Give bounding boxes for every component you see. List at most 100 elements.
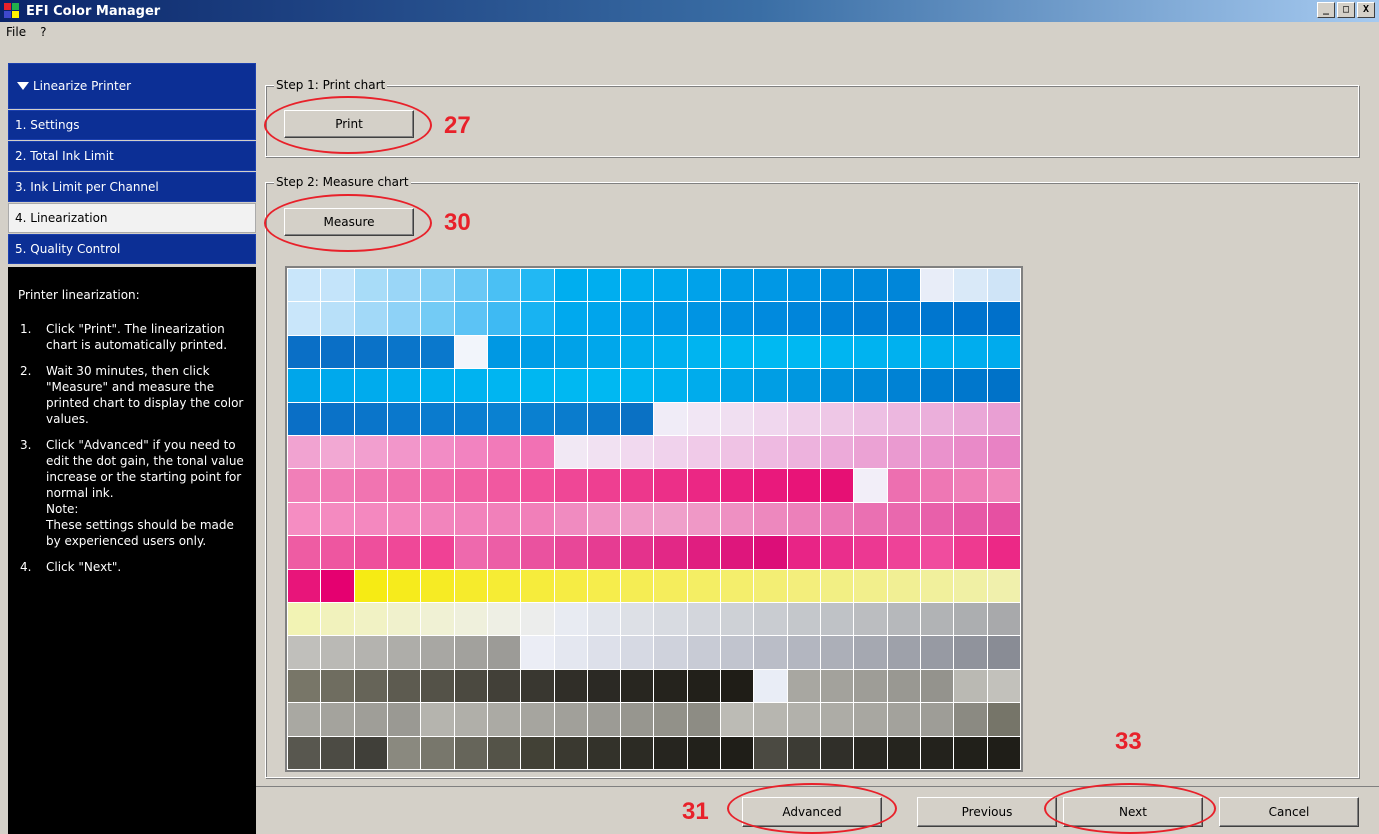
color-patch [421,636,454,669]
color-patch [821,402,854,435]
color-patch [987,736,1020,769]
color-patch [288,569,321,602]
color-patch [454,603,487,636]
color-patch [721,603,754,636]
color-patch [288,269,321,302]
color-patch [754,302,787,335]
color-patch [288,669,321,703]
linearization-patch-chart [285,266,1023,772]
color-patch [987,369,1020,402]
color-patch [754,469,787,502]
color-patch [787,569,821,602]
color-patch [721,703,754,736]
color-patch [754,569,787,602]
color-patch [321,402,354,435]
nav-item-linearization[interactable]: 4. Linearization [8,203,256,233]
next-button[interactable]: Next [1063,797,1203,827]
color-patch [654,436,687,469]
help-step-num [18,517,46,549]
color-patch [554,736,587,769]
color-patch [421,603,454,636]
color-patch [421,436,454,469]
color-patch [621,636,654,669]
maximize-button[interactable]: □ [1337,2,1355,18]
nav-header-linearize-printer[interactable]: Linearize Printer [8,63,256,109]
minimize-button[interactable]: _ [1317,2,1335,18]
color-patch [554,502,587,536]
color-patch [454,736,487,769]
color-patch [954,436,987,469]
color-patch [787,703,821,736]
color-patch [387,636,421,669]
nav-item-quality-control[interactable]: 5. Quality Control [8,234,256,264]
color-patch [621,469,654,502]
color-patch [821,536,854,569]
color-patch [687,302,721,335]
color-patch [554,536,587,569]
color-patch [554,569,587,602]
color-patch [554,302,587,335]
color-patch [288,536,321,569]
color-patch [421,335,454,369]
color-patch [921,603,954,636]
color-patch [587,469,621,502]
color-patch [987,436,1020,469]
color-patch [354,502,387,536]
previous-button[interactable]: Previous [917,797,1057,827]
color-patch [954,502,987,536]
nav-item-ink-limit-per-channel[interactable]: 3. Ink Limit per Channel [8,172,256,202]
color-patch [987,269,1020,302]
color-patch [887,736,921,769]
print-annotation-number: 27 [444,112,471,139]
color-patch [787,335,821,369]
color-patch [687,502,721,536]
color-patch [587,436,621,469]
color-patch [887,369,921,402]
color-patch [787,369,821,402]
print-button[interactable]: Print [284,110,414,138]
color-patch [987,469,1020,502]
color-patch [454,502,487,536]
color-patch [854,269,887,302]
color-patch [454,436,487,469]
color-patch [321,436,354,469]
menu-file[interactable]: File [6,25,26,39]
color-patch [487,703,521,736]
nav-item-settings[interactable]: 1. Settings [8,110,256,140]
color-patch [421,269,454,302]
color-patch [654,703,687,736]
menu-help[interactable]: ? [40,25,46,39]
color-patch [954,402,987,435]
color-patch [854,569,887,602]
nav-item-total-ink-limit[interactable]: 2. Total Ink Limit [8,141,256,171]
color-patch [654,669,687,703]
color-patch [421,369,454,402]
color-patch [387,269,421,302]
color-patch [687,669,721,703]
color-patch [487,736,521,769]
color-patch [687,402,721,435]
color-patch [587,569,621,602]
color-patch [521,436,554,469]
cancel-button[interactable]: Cancel [1219,797,1359,827]
color-patch [854,402,887,435]
color-patch [954,369,987,402]
advanced-annotation-number: 31 [682,798,709,825]
color-patch [621,269,654,302]
color-patch [487,536,521,569]
color-patch [321,569,354,602]
color-patch [887,436,921,469]
color-patch [288,736,321,769]
close-button[interactable]: X [1357,2,1375,18]
color-patch [587,703,621,736]
help-step: 2. Wait 30 minutes, then click "Measure" … [18,363,246,427]
measure-button[interactable]: Measure [284,208,414,236]
color-patch [921,469,954,502]
color-patch [921,502,954,536]
color-patch [954,669,987,703]
help-title: Printer linearization: [18,288,140,302]
help-panel: Printer linearization: 1. Click "Print". … [8,267,256,834]
advanced-button[interactable]: Advanced [742,797,882,827]
color-patch [587,335,621,369]
color-patch [721,369,754,402]
